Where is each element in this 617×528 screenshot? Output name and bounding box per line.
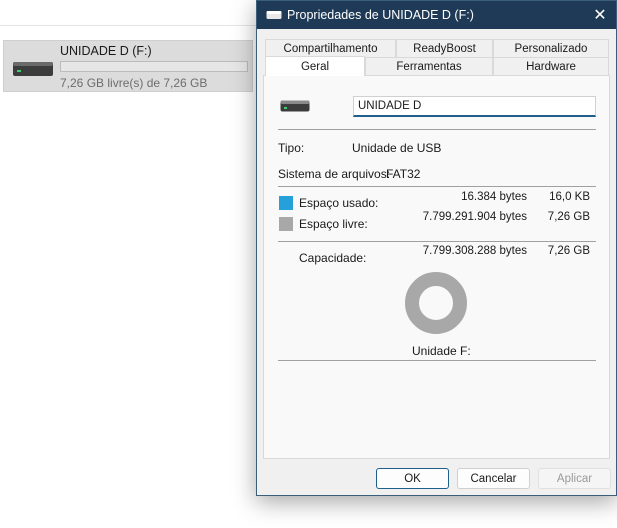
divider (278, 186, 596, 187)
type-value: Unidade de USB (352, 141, 442, 155)
capacity-bytes: 7.799.308.288 bytes (422, 245, 527, 257)
volume-name-input[interactable] (353, 96, 596, 117)
type-label: Tipo: (278, 141, 305, 155)
tab-hardware[interactable]: Hardware (493, 57, 609, 75)
free-space-bytes: 7.799.291.904 bytes (422, 211, 527, 223)
general-panel: Tipo: Unidade de USB Sistema de arquivos… (263, 75, 610, 459)
usage-donut-chart (404, 271, 468, 338)
tab-ferramentas[interactable]: Ferramentas (365, 57, 493, 75)
free-space-swatch (279, 217, 293, 231)
tab-readyboost[interactable]: ReadyBoost (396, 39, 493, 57)
drive-tile-f[interactable]: UNIDADE D (F:) 7,26 GB livre(s) de 7,26 … (3, 40, 253, 92)
drive-caption: Unidade F: (412, 344, 471, 358)
free-space-label: Espaço livre: (299, 217, 368, 231)
capacity-label: Capacidade: (299, 251, 367, 265)
used-space-swatch (279, 196, 293, 210)
filesystem-value: FAT32 (386, 167, 421, 181)
dialog-title: Propriedades de UNIDADE D (F:) (287, 8, 474, 22)
drive-usage-bar (60, 61, 248, 72)
divider (278, 360, 596, 361)
used-space-size: 16,0 KB (549, 191, 590, 203)
drive-title-icon (266, 9, 282, 23)
capacity-size: 7,26 GB (547, 245, 590, 257)
close-icon[interactable]: ✕ (584, 1, 616, 29)
usb-drive-icon (12, 61, 54, 80)
tab-compartilhamento[interactable]: Compartilhamento (265, 39, 396, 57)
cancel-button[interactable]: Cancelar (457, 468, 530, 489)
free-space-size: 7,26 GB (547, 211, 590, 223)
ok-button[interactable]: OK (376, 468, 449, 489)
drive-space-text: 7,26 GB livre(s) de 7,26 GB (60, 76, 208, 90)
tab-geral[interactable]: Geral (265, 56, 365, 76)
used-space-bytes: 16.384 bytes (461, 191, 527, 203)
properties-dialog: Propriedades de UNIDADE D (F:) ✕ Compart… (256, 0, 617, 496)
title-bar[interactable]: Propriedades de UNIDADE D (F:) ✕ (257, 1, 616, 29)
drive-name: UNIDADE D (F:) (60, 44, 152, 58)
apply-button[interactable]: Aplicar (538, 468, 611, 489)
explorer-divider (0, 25, 260, 26)
usb-drive-icon (280, 100, 310, 115)
divider (278, 129, 596, 130)
divider (278, 241, 596, 242)
used-space-label: Espaço usado: (299, 196, 379, 210)
filesystem-label: Sistema de arquivos: (278, 167, 391, 181)
tab-personalizado[interactable]: Personalizado (493, 39, 609, 57)
